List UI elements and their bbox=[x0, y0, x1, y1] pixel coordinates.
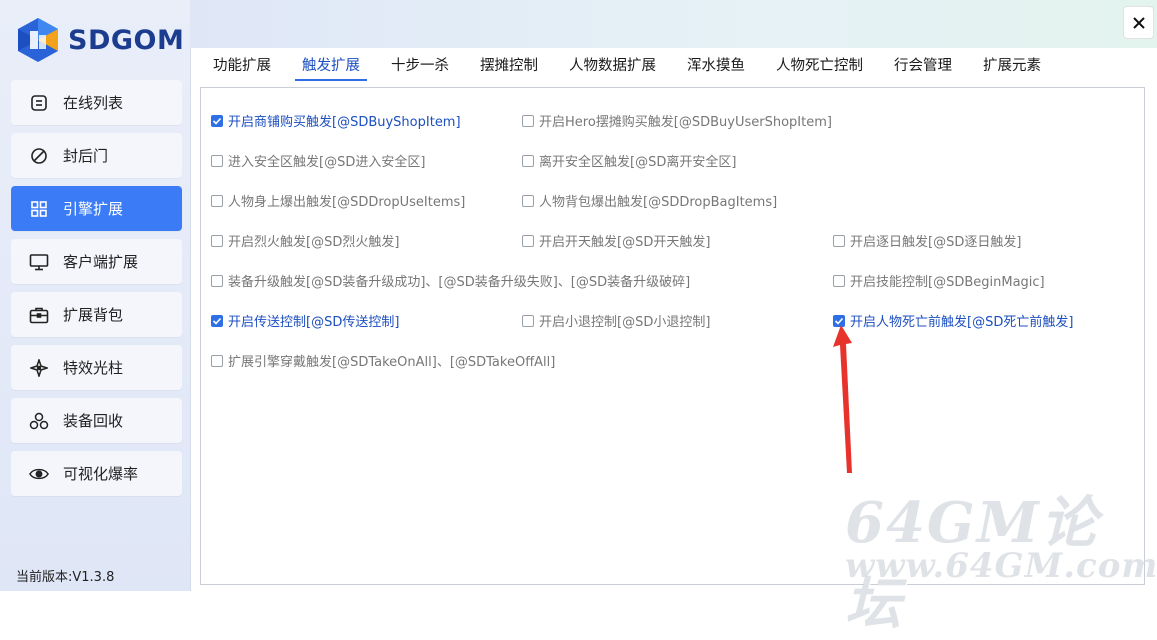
app-logo: SDGOM bbox=[14, 14, 184, 66]
checkbox-label: 开启小退控制[@SD小退控制] bbox=[539, 315, 711, 330]
check-icon bbox=[212, 117, 222, 125]
checkbox-teleport-control[interactable]: 开启传送控制[@SD传送控制] bbox=[211, 311, 399, 330]
checkbox-pre-death-trigger[interactable]: 开启人物死亡前触发[@SD死亡前触发] bbox=[833, 311, 1073, 330]
checkbox-label: 开启烈火触发[@SD烈火触发] bbox=[228, 235, 400, 250]
grid-icon bbox=[29, 199, 49, 219]
checkbox-label: 开启商铺购买触发[@SDBuyShopItem] bbox=[228, 115, 461, 130]
sparkle-icon bbox=[29, 358, 49, 378]
logo-icon bbox=[18, 18, 58, 62]
tab-trigger-extension[interactable]: 触发扩展 bbox=[285, 48, 374, 84]
window-header bbox=[190, 0, 1157, 48]
checkbox-take-on-off-trigger[interactable]: 扩展引擎穿戴触发[@SDTakeOnAll]、[@SDTakeOffAll] bbox=[211, 351, 555, 370]
sidebar-item-label: 在线列表 bbox=[63, 94, 124, 112]
monitor-icon bbox=[29, 252, 49, 272]
sidebar-item-extended-bag[interactable]: 扩展背包 bbox=[11, 292, 182, 337]
tab-function-extension[interactable]: 功能扩展 bbox=[196, 48, 285, 84]
checkbox-box[interactable] bbox=[211, 114, 223, 127]
tab-fish-in-troubled-waters[interactable]: 浑水摸鱼 bbox=[670, 48, 759, 84]
close-icon bbox=[1132, 16, 1145, 29]
checkbox-label: 开启技能控制[@SDBeginMagic] bbox=[850, 275, 1045, 290]
checkbox-label: 开启人物死亡前触发[@SD死亡前触发] bbox=[850, 315, 1074, 330]
checkbox-box[interactable] bbox=[522, 154, 534, 167]
sidebar-item-label: 可视化爆率 bbox=[63, 465, 139, 483]
trigger-options-panel: 开启商铺购买触发[@SDBuyShopItem] 开启Hero摆摊购买触发[@S… bbox=[200, 87, 1145, 585]
checkbox-label: 进入安全区触发[@SD进入安全区] bbox=[228, 155, 426, 170]
checkbox-box[interactable] bbox=[522, 314, 534, 327]
sidebar-item-label: 封后门 bbox=[63, 147, 109, 165]
checkbox-hero-stall-buy-trigger[interactable]: 开启Hero摆摊购买触发[@SDBuyUserShopItem] bbox=[522, 111, 832, 130]
checkbox-box[interactable] bbox=[833, 274, 845, 287]
eye-icon bbox=[29, 464, 49, 484]
sidebar: SDGOM 在线列表 封后门 引擎扩展 客户端扩展 扩展背包 特效光柱 装备回收… bbox=[0, 0, 191, 591]
recycle-icon bbox=[29, 411, 49, 431]
checkbox-label: 开启Hero摆摊购买触发[@SDBuyUserShopItem] bbox=[539, 115, 832, 130]
checkbox-leave-safezone-trigger[interactable]: 离开安全区触发[@SD离开安全区] bbox=[522, 151, 736, 170]
checkbox-label: 开启逐日触发[@SD逐日触发] bbox=[850, 235, 1022, 250]
checkbox-label: 装备升级触发[@SD装备升级成功]、[@SD装备升级失败]、[@SD装备升级破碎… bbox=[228, 275, 691, 290]
sidebar-item-label: 特效光柱 bbox=[63, 359, 124, 377]
checkbox-label: 扩展引擎穿戴触发[@SDTakeOnAll]、[@SDTakeOffAll] bbox=[228, 355, 556, 370]
tab-character-data-extension[interactable]: 人物数据扩展 bbox=[552, 48, 670, 84]
checkbox-drop-bag-items-trigger[interactable]: 人物背包爆出触发[@SDDropBagItems] bbox=[522, 191, 777, 210]
checkbox-label: 离开安全区触发[@SD离开安全区] bbox=[539, 155, 737, 170]
checkbox-fire-skill-trigger[interactable]: 开启烈火触发[@SD烈火触发] bbox=[211, 231, 399, 250]
logo-text: SDGOM bbox=[68, 24, 185, 56]
checkbox-box[interactable] bbox=[522, 234, 534, 247]
checkbox-label: 开启开天触发[@SD开天触发] bbox=[539, 235, 711, 250]
checkbox-label: 开启传送控制[@SD传送控制] bbox=[228, 315, 400, 330]
check-icon bbox=[212, 317, 222, 325]
sidebar-item-effect-beam[interactable]: 特效光柱 bbox=[11, 345, 182, 390]
check-icon bbox=[834, 317, 844, 325]
checkbox-box[interactable] bbox=[522, 194, 534, 207]
briefcase-icon bbox=[29, 305, 49, 325]
ban-icon bbox=[29, 146, 49, 166]
sidebar-item-client-extension[interactable]: 客户端扩展 bbox=[11, 239, 182, 284]
sidebar-nav: 在线列表 封后门 引擎扩展 客户端扩展 扩展背包 特效光柱 装备回收 可视化爆率 bbox=[11, 80, 182, 504]
checkbox-enter-safezone-trigger[interactable]: 进入安全区触发[@SD进入安全区] bbox=[211, 151, 425, 170]
sidebar-item-online-list[interactable]: 在线列表 bbox=[11, 80, 182, 125]
sidebar-item-visual-drop-rate[interactable]: 可视化爆率 bbox=[11, 451, 182, 496]
tab-guild-management[interactable]: 行会管理 bbox=[877, 48, 966, 84]
checkbox-soft-logout-control[interactable]: 开启小退控制[@SD小退控制] bbox=[522, 311, 710, 330]
checkbox-box[interactable] bbox=[211, 314, 223, 327]
sidebar-item-label: 装备回收 bbox=[63, 412, 124, 430]
sidebar-item-label: 客户端扩展 bbox=[63, 253, 139, 271]
checkbox-label: 人物背包爆出触发[@SDDropBagItems] bbox=[539, 195, 778, 210]
tab-stall-control[interactable]: 摆摊控制 bbox=[463, 48, 552, 84]
checkbox-label: 人物身上爆出触发[@SDDropUseItems] bbox=[228, 195, 466, 210]
checkbox-box[interactable] bbox=[211, 234, 223, 247]
checkbox-box[interactable] bbox=[211, 354, 223, 367]
checkbox-shop-buy-trigger[interactable]: 开启商铺购买触发[@SDBuyShopItem] bbox=[211, 111, 461, 130]
checkbox-sky-open-trigger[interactable]: 开启开天触发[@SD开天触发] bbox=[522, 231, 710, 250]
list-icon bbox=[29, 93, 49, 113]
annotation-arrow-icon bbox=[833, 325, 852, 473]
close-button[interactable] bbox=[1123, 6, 1154, 39]
sidebar-item-label: 引擎扩展 bbox=[63, 200, 124, 218]
sidebar-item-block-backdoor[interactable]: 封后门 bbox=[11, 133, 182, 178]
version-label: 当前版本:V1.3.8 bbox=[16, 570, 115, 585]
checkbox-chase-sun-trigger[interactable]: 开启逐日触发[@SD逐日触发] bbox=[833, 231, 1021, 250]
sidebar-item-equipment-recycle[interactable]: 装备回收 bbox=[11, 398, 182, 443]
checkbox-box[interactable] bbox=[211, 274, 223, 287]
checkbox-box[interactable] bbox=[211, 194, 223, 207]
checkbox-box[interactable] bbox=[211, 154, 223, 167]
tab-death-control[interactable]: 人物死亡控制 bbox=[759, 48, 877, 84]
checkbox-box[interactable] bbox=[833, 234, 845, 247]
checkbox-box[interactable] bbox=[522, 114, 534, 127]
checkbox-skill-control[interactable]: 开启技能控制[@SDBeginMagic] bbox=[833, 271, 1045, 290]
tab-extension-elements[interactable]: 扩展元素 bbox=[966, 48, 1055, 84]
checkbox-drop-use-items-trigger[interactable]: 人物身上爆出触发[@SDDropUseItems] bbox=[211, 191, 465, 210]
sidebar-item-engine-extension[interactable]: 引擎扩展 bbox=[11, 186, 182, 231]
tab-bar: 功能扩展 触发扩展 十步一杀 摆摊控制 人物数据扩展 浑水摸鱼 人物死亡控制 行… bbox=[196, 48, 1157, 84]
checkbox-equipment-upgrade-trigger[interactable]: 装备升级触发[@SD装备升级成功]、[@SD装备升级失败]、[@SD装备升级破碎… bbox=[211, 271, 690, 290]
sidebar-item-label: 扩展背包 bbox=[63, 306, 124, 324]
tab-ten-step-kill[interactable]: 十步一杀 bbox=[374, 48, 463, 84]
